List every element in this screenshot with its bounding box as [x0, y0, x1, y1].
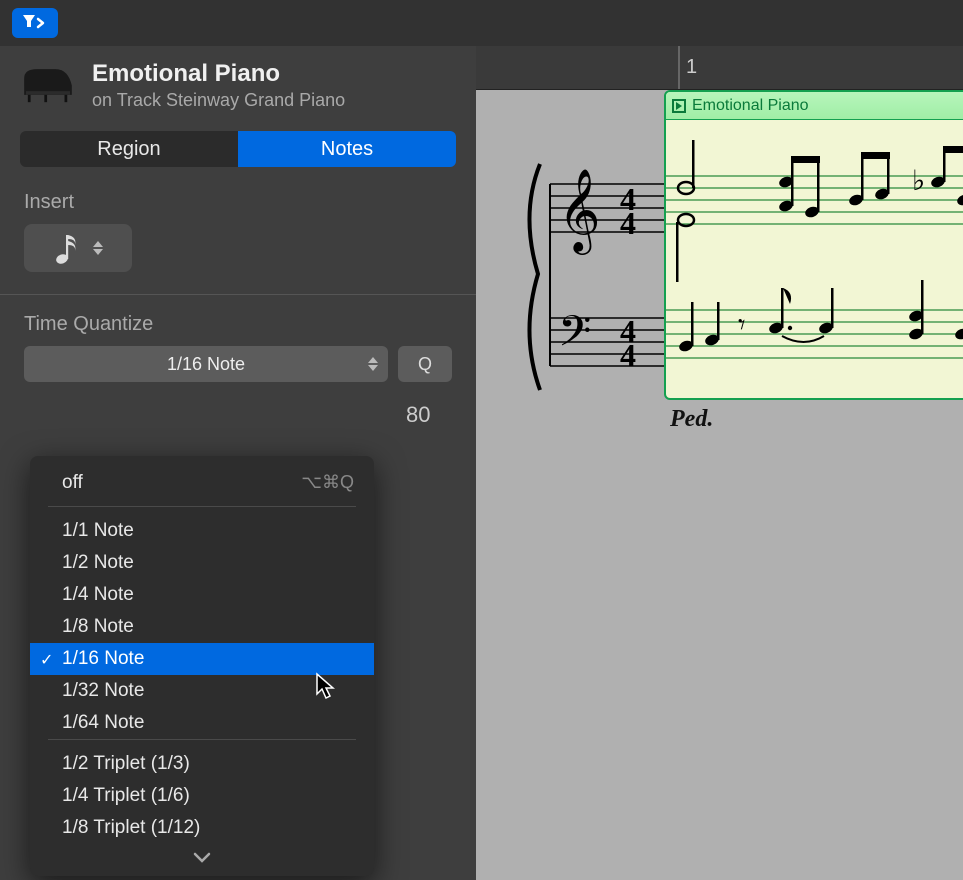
time-quantize-label: Time Quantize — [24, 313, 452, 336]
menu-item[interactable]: 1/2 Note — [30, 547, 374, 579]
pedal-marking: Ped. — [670, 406, 713, 433]
menu-item[interactable]: 1/1 Note — [30, 515, 374, 547]
quantize-strength-value: 80 — [406, 402, 430, 428]
menu-separator — [48, 739, 356, 740]
midi-region[interactable]: Emotional Piano — [664, 90, 963, 400]
menu-item[interactable]: 1/32 Note — [30, 675, 374, 707]
svg-text:𝄾: 𝄾 — [738, 310, 745, 341]
chevron-down-icon — [193, 852, 211, 864]
svg-text:4: 4 — [620, 205, 636, 241]
stepper-arrows-icon — [368, 357, 378, 371]
menu-item[interactable]: 1/64 Note — [30, 707, 374, 739]
region-notation: ♭ 𝄾 — [666, 120, 963, 400]
svg-text:4: 4 — [620, 337, 636, 373]
menu-item[interactable]: 1/4 Note — [30, 579, 374, 611]
filter-button[interactable] — [12, 8, 58, 38]
menu-item[interactable]: 1/8 Note — [30, 611, 374, 643]
ruler-tick — [678, 46, 680, 89]
time-quantize-value: 1/16 Note — [167, 354, 245, 375]
menu-item[interactable]: 1/2 Triplet (1/3) — [30, 748, 374, 780]
menu-more-chevron[interactable] — [30, 844, 374, 870]
bar-ruler[interactable]: 1 — [476, 46, 963, 90]
insert-note-select[interactable] — [24, 224, 132, 272]
menu-item[interactable]: 1/4 Triplet (1/6) — [30, 780, 374, 812]
grand-staff-brace: 𝄞 4 4 𝄢 4 4 — [510, 154, 670, 404]
time-quantize-select[interactable]: 1/16 Note — [24, 346, 388, 382]
quantize-button[interactable]: Q — [398, 346, 452, 382]
score-editor[interactable]: 1 𝄞 — [476, 46, 963, 880]
menu-item[interactable]: 1/8 Triplet (1/12) — [30, 812, 374, 844]
stepper-arrows-icon — [93, 241, 103, 255]
piano-instrument-icon — [20, 60, 76, 104]
insert-label: Insert — [24, 191, 452, 214]
region-play-icon — [672, 99, 686, 113]
time-quantize-menu: off ⌥⌘Q 1/1 Note1/2 Note1/4 Note1/8 Note… — [30, 456, 374, 876]
svg-text:𝄢: 𝄢 — [558, 309, 591, 366]
svg-text:𝄞: 𝄞 — [558, 169, 601, 255]
svg-text:♭: ♭ — [912, 166, 925, 197]
ruler-bar-number: 1 — [686, 56, 697, 79]
menu-item-off[interactable]: off — [62, 472, 83, 494]
region-title: Emotional Piano — [92, 60, 345, 88]
menu-item[interactable]: ✓1/16 Note — [30, 643, 374, 675]
inspector-tabs: Region Notes — [20, 131, 456, 167]
filter-icon — [21, 13, 49, 33]
region-subtitle: on Track Steinway Grand Piano — [92, 90, 345, 111]
region-box-label: Emotional Piano — [692, 97, 809, 115]
tab-region[interactable]: Region — [20, 131, 238, 167]
check-icon: ✓ — [40, 650, 53, 670]
menu-shortcut: ⌥⌘Q — [301, 472, 354, 494]
menu-separator — [48, 506, 356, 507]
sixteenth-note-icon — [53, 231, 83, 265]
tab-notes[interactable]: Notes — [238, 131, 456, 167]
